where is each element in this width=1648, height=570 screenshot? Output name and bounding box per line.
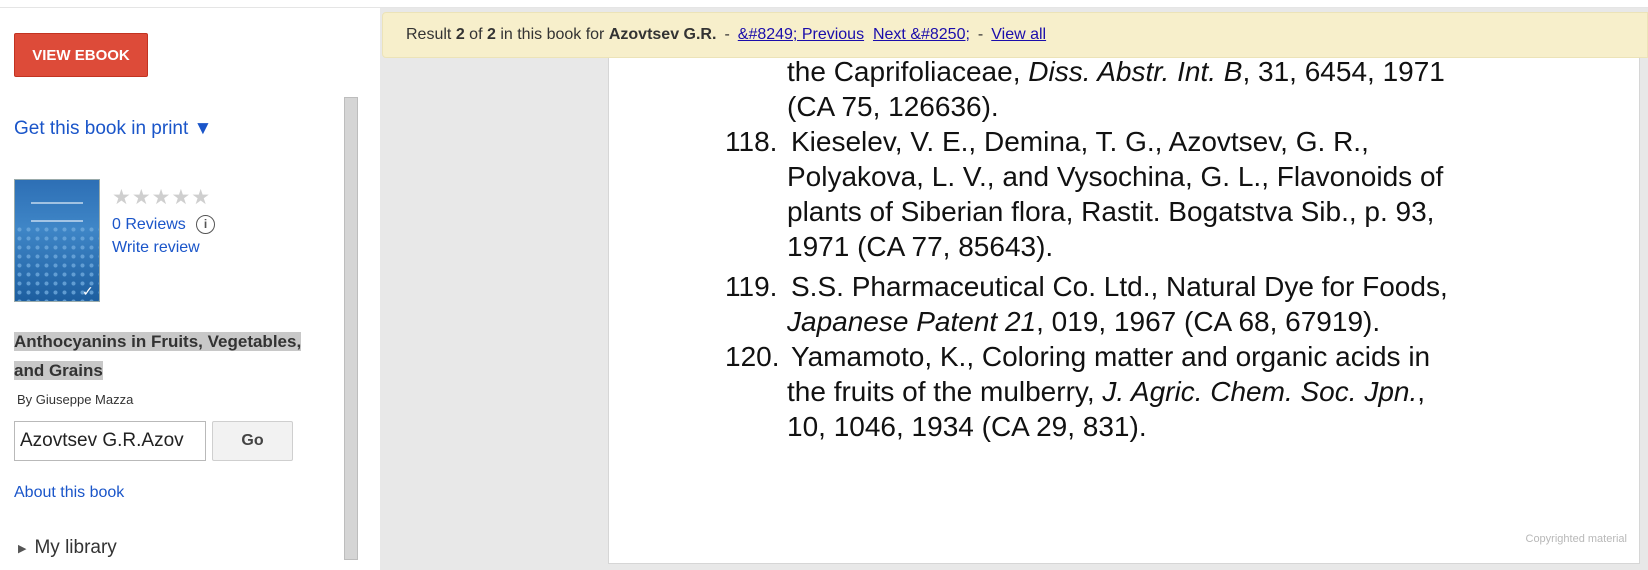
reviews-link[interactable]: 0 Reviews xyxy=(112,216,186,234)
about-this-book-link[interactable]: About this book xyxy=(14,484,124,502)
write-review-link[interactable]: Write review xyxy=(112,239,200,257)
book-author: By Giuseppe Mazza xyxy=(17,392,134,407)
result-of: of xyxy=(469,26,483,43)
reference-line: the fruits of the mulberry, J. Agric. Ch… xyxy=(787,376,1426,407)
book-title: Anthocyanins in Fruits, Vegetables, and … xyxy=(14,327,319,385)
triangle-right-icon: ▶ xyxy=(18,542,27,555)
reference-line: the Caprifoliaceae, Diss. Abstr. Int. B,… xyxy=(787,56,1445,87)
reference-line: (CA 75, 126636). xyxy=(787,91,999,122)
my-library-label: My library xyxy=(34,537,117,558)
result-middle: in this book for xyxy=(500,26,605,43)
reference-number: 119. xyxy=(725,271,778,302)
copyright-notice: Copyrighted material xyxy=(1525,533,1628,545)
sidebar-scrollbar[interactable] xyxy=(344,97,358,560)
book-title-line2: and Grains xyxy=(14,361,103,380)
get-book-in-print-link[interactable]: Get this book in print ▼ xyxy=(14,118,212,140)
book-cover-thumbnail[interactable]: ✓ xyxy=(14,179,100,302)
top-divider xyxy=(0,0,1648,8)
reference-line: Yamamoto, K., Coloring matter and organi… xyxy=(791,341,1431,372)
reference-line: S.S. Pharmaceutical Co. Ltd., Natural Dy… xyxy=(791,271,1448,302)
reference-line: plants of Siberian flora, Rastit. Bogats… xyxy=(787,196,1435,227)
reference-line: 10, 1046, 1934 (CA 29, 831). xyxy=(787,411,1147,442)
rating-stars[interactable]: ★★★★★ xyxy=(112,185,211,210)
previous-result-link[interactable]: &#8249; Previous xyxy=(738,26,864,44)
reference-number: 118. xyxy=(725,126,778,157)
result-total: 2 xyxy=(486,26,496,43)
result-prefix: Result xyxy=(406,26,452,43)
search-in-book-input[interactable] xyxy=(14,421,206,461)
my-library-toggle[interactable]: ▶ My library xyxy=(18,537,117,559)
next-result-link[interactable]: Next &#8250; xyxy=(873,26,970,44)
result-query: Azovtsev G.R. xyxy=(608,26,717,43)
separator: - xyxy=(724,26,730,43)
reference-line: 1971 (CA 77, 85643). xyxy=(787,231,1054,262)
view-ebook-button[interactable]: VIEW EBOOK xyxy=(14,33,148,77)
go-button[interactable]: Go xyxy=(212,421,293,461)
view-all-link[interactable]: View all xyxy=(991,26,1046,44)
result-current: 2 xyxy=(455,26,465,43)
info-icon[interactable]: i xyxy=(196,215,215,234)
reference-number: 120. xyxy=(725,341,780,372)
book-title-line1: Anthocyanins in Fruits, Vegetables, xyxy=(14,332,302,351)
reference-line: Kieselev, V. E., Demina, T. G., Azovtsev… xyxy=(791,126,1369,157)
reference-line: Polyakova, L. V., and Vysochina, G. L., … xyxy=(787,161,1444,192)
checkmark-icon: ✓ xyxy=(82,283,94,299)
search-result-bar: Result 2 of 2 in this book for Azovtsev … xyxy=(382,12,1648,58)
cover-title-lines xyxy=(31,202,83,222)
separator: - xyxy=(977,26,984,43)
reference-line: Japanese Patent 21, 019, 1967 (CA 68, 67… xyxy=(787,306,1381,337)
book-page[interactable]: the Caprifoliaceae, Diss. Abstr. Int. B,… xyxy=(608,24,1640,564)
